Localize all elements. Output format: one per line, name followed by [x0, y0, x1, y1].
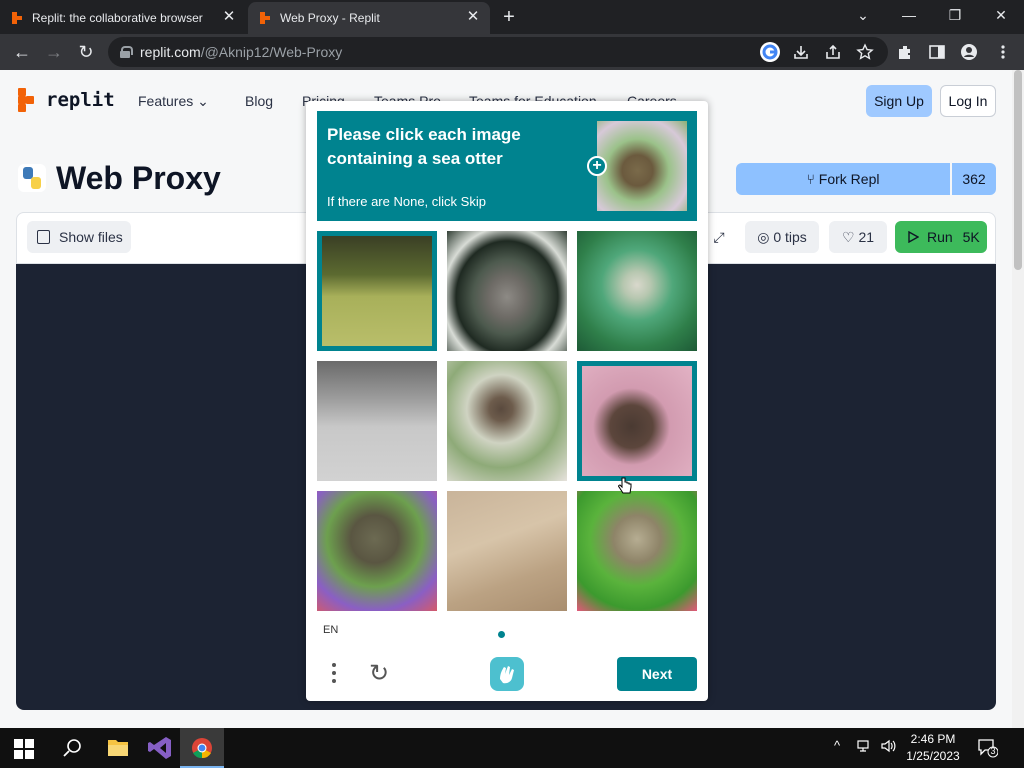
play-icon: [908, 231, 919, 243]
notification-count: 3: [990, 746, 996, 756]
fork-repl-button[interactable]: ⑂ Fork Repl: [736, 163, 950, 195]
tab-web-proxy[interactable]: Web Proxy - Replit ✕: [248, 2, 490, 34]
hand-cursor-icon: [618, 476, 632, 496]
captcha-tile-7[interactable]: [317, 491, 437, 611]
tab-title: Web Proxy - Replit: [280, 11, 380, 25]
run-count: 5K: [962, 229, 980, 245]
show-files-button[interactable]: Show files: [27, 221, 131, 253]
nav-blog[interactable]: Blog: [245, 93, 273, 109]
sign-up-button[interactable]: Sign Up: [866, 85, 932, 117]
share-icon[interactable]: [824, 43, 842, 61]
captcha-grid: [317, 231, 697, 611]
captcha-tile-4[interactable]: [317, 361, 437, 481]
network-icon[interactable]: [856, 738, 872, 757]
close-window-button[interactable]: ✕: [978, 0, 1024, 30]
captcha-tile-9[interactable]: [577, 491, 697, 611]
show-files-label: Show files: [59, 229, 123, 245]
tray-overflow-icon[interactable]: ^: [834, 738, 840, 753]
clock-time: 2:46 PM: [910, 732, 956, 746]
captcha-menu-icon[interactable]: [330, 661, 338, 685]
captcha-tile-2[interactable]: [447, 231, 567, 351]
install-icon[interactable]: [792, 43, 810, 61]
tab-strip: Replit: the collaborative browser ✕ Web …: [0, 0, 1024, 34]
refresh-challenge-icon[interactable]: ↻: [366, 661, 392, 687]
captcha-tile-5[interactable]: [447, 361, 567, 481]
fork-count: 362: [952, 163, 996, 195]
captcha-tile-6[interactable]: [577, 361, 697, 481]
reload-button[interactable]: ↻: [74, 40, 98, 64]
tab-title: Replit: the collaborative browser: [32, 11, 203, 25]
forward-button[interactable]: →: [42, 40, 66, 64]
bookmark-star-icon[interactable]: [856, 43, 874, 61]
chrome-taskbar-icon[interactable]: [180, 728, 224, 768]
profile-icon[interactable]: [960, 43, 978, 61]
files-icon: [37, 230, 50, 244]
hcaptcha-logo-icon: [490, 657, 524, 691]
tips-label: 0 tips: [773, 229, 807, 245]
nav-features[interactable]: Features ⌄: [138, 93, 209, 110]
windows-taskbar: ^ 2:46 PM 1/25/2023 3: [0, 728, 1024, 768]
google-icon[interactable]: [760, 42, 780, 62]
search-icon[interactable]: [50, 728, 94, 768]
screen: Replit: the collaborative browser ✕ Web …: [0, 0, 1024, 768]
chevron-down-icon: ⌄: [197, 93, 209, 109]
chrome-menu-icon[interactable]: [994, 43, 1012, 61]
logo-text: replit: [46, 89, 115, 111]
repl-title: Web Proxy: [56, 160, 221, 196]
volume-icon[interactable]: [880, 738, 898, 757]
url-host: replit.com: [140, 44, 201, 60]
restore-button[interactable]: ❐: [932, 0, 978, 30]
start-button[interactable]: [2, 728, 46, 768]
log-in-button[interactable]: Log In: [940, 85, 996, 117]
lock-icon: [120, 46, 133, 58]
captcha-prompt: Please click each image containing a sea…: [327, 125, 521, 168]
tab-replit-home[interactable]: Replit: the collaborative browser ✕: [0, 2, 246, 34]
system-clock[interactable]: 2:46 PM 1/25/2023: [902, 731, 964, 765]
language-selector[interactable]: EN: [323, 624, 338, 636]
page-scrollbar[interactable]: [1012, 70, 1024, 728]
fork-icon: ⑂: [806, 171, 819, 187]
captcha-example-image: [597, 121, 687, 211]
fork-label: Fork Repl: [818, 171, 880, 187]
captcha-tile-1[interactable]: [317, 231, 437, 351]
clock-date: 1/25/2023: [906, 749, 960, 763]
tab-close-icon[interactable]: ✕: [220, 8, 238, 26]
expand-icon[interactable]: ⤢: [707, 221, 731, 253]
captcha-dialog: Please click each image containing a sea…: [306, 101, 708, 701]
minimize-button[interactable]: —: [886, 0, 932, 30]
captcha-tile-8[interactable]: [447, 491, 567, 611]
url-path: /@Aknip12/Web-Proxy: [200, 44, 343, 60]
notifications-icon[interactable]: 3: [976, 736, 999, 761]
replit-logo[interactable]: replit: [18, 88, 115, 112]
visual-studio-icon[interactable]: [138, 728, 182, 768]
page-indicator-dot: [498, 631, 505, 638]
browser-toolbar: ← → ↻ replit.com /@Aknip12/Web-Proxy: [0, 34, 1024, 70]
heart-icon: ♡: [841, 229, 859, 245]
next-button[interactable]: Next: [617, 657, 697, 691]
captcha-subtext: If there are None, click Skip: [327, 194, 486, 209]
side-panel-icon[interactable]: [928, 43, 946, 61]
captcha-header: Please click each image containing a sea…: [317, 111, 697, 221]
new-tab-button[interactable]: +: [498, 6, 520, 28]
file-explorer-icon[interactable]: [96, 728, 140, 768]
back-button[interactable]: ←: [10, 40, 34, 64]
nav-features-label: Features: [138, 93, 194, 109]
python-icon: [18, 164, 46, 192]
like-count: 21: [858, 229, 875, 245]
expand-example-icon[interactable]: +: [587, 156, 607, 176]
scrollbar-thumb[interactable]: [1014, 70, 1022, 270]
replit-favicon-icon: [260, 12, 272, 24]
captcha-tile-3[interactable]: [577, 231, 697, 351]
tab-close-icon[interactable]: ✕: [464, 8, 482, 26]
tip-icon: ◎: [757, 229, 774, 245]
tab-search-icon[interactable]: ⌄: [840, 0, 886, 30]
extensions-icon[interactable]: [896, 43, 914, 61]
run-button[interactable]: Run 5K: [895, 221, 987, 253]
replit-logo-icon: [18, 88, 38, 112]
like-button[interactable]: ♡ 21: [829, 221, 887, 253]
replit-favicon-icon: [12, 12, 24, 24]
tips-button[interactable]: ◎ 0 tips: [745, 221, 819, 253]
run-label: Run: [927, 229, 953, 245]
